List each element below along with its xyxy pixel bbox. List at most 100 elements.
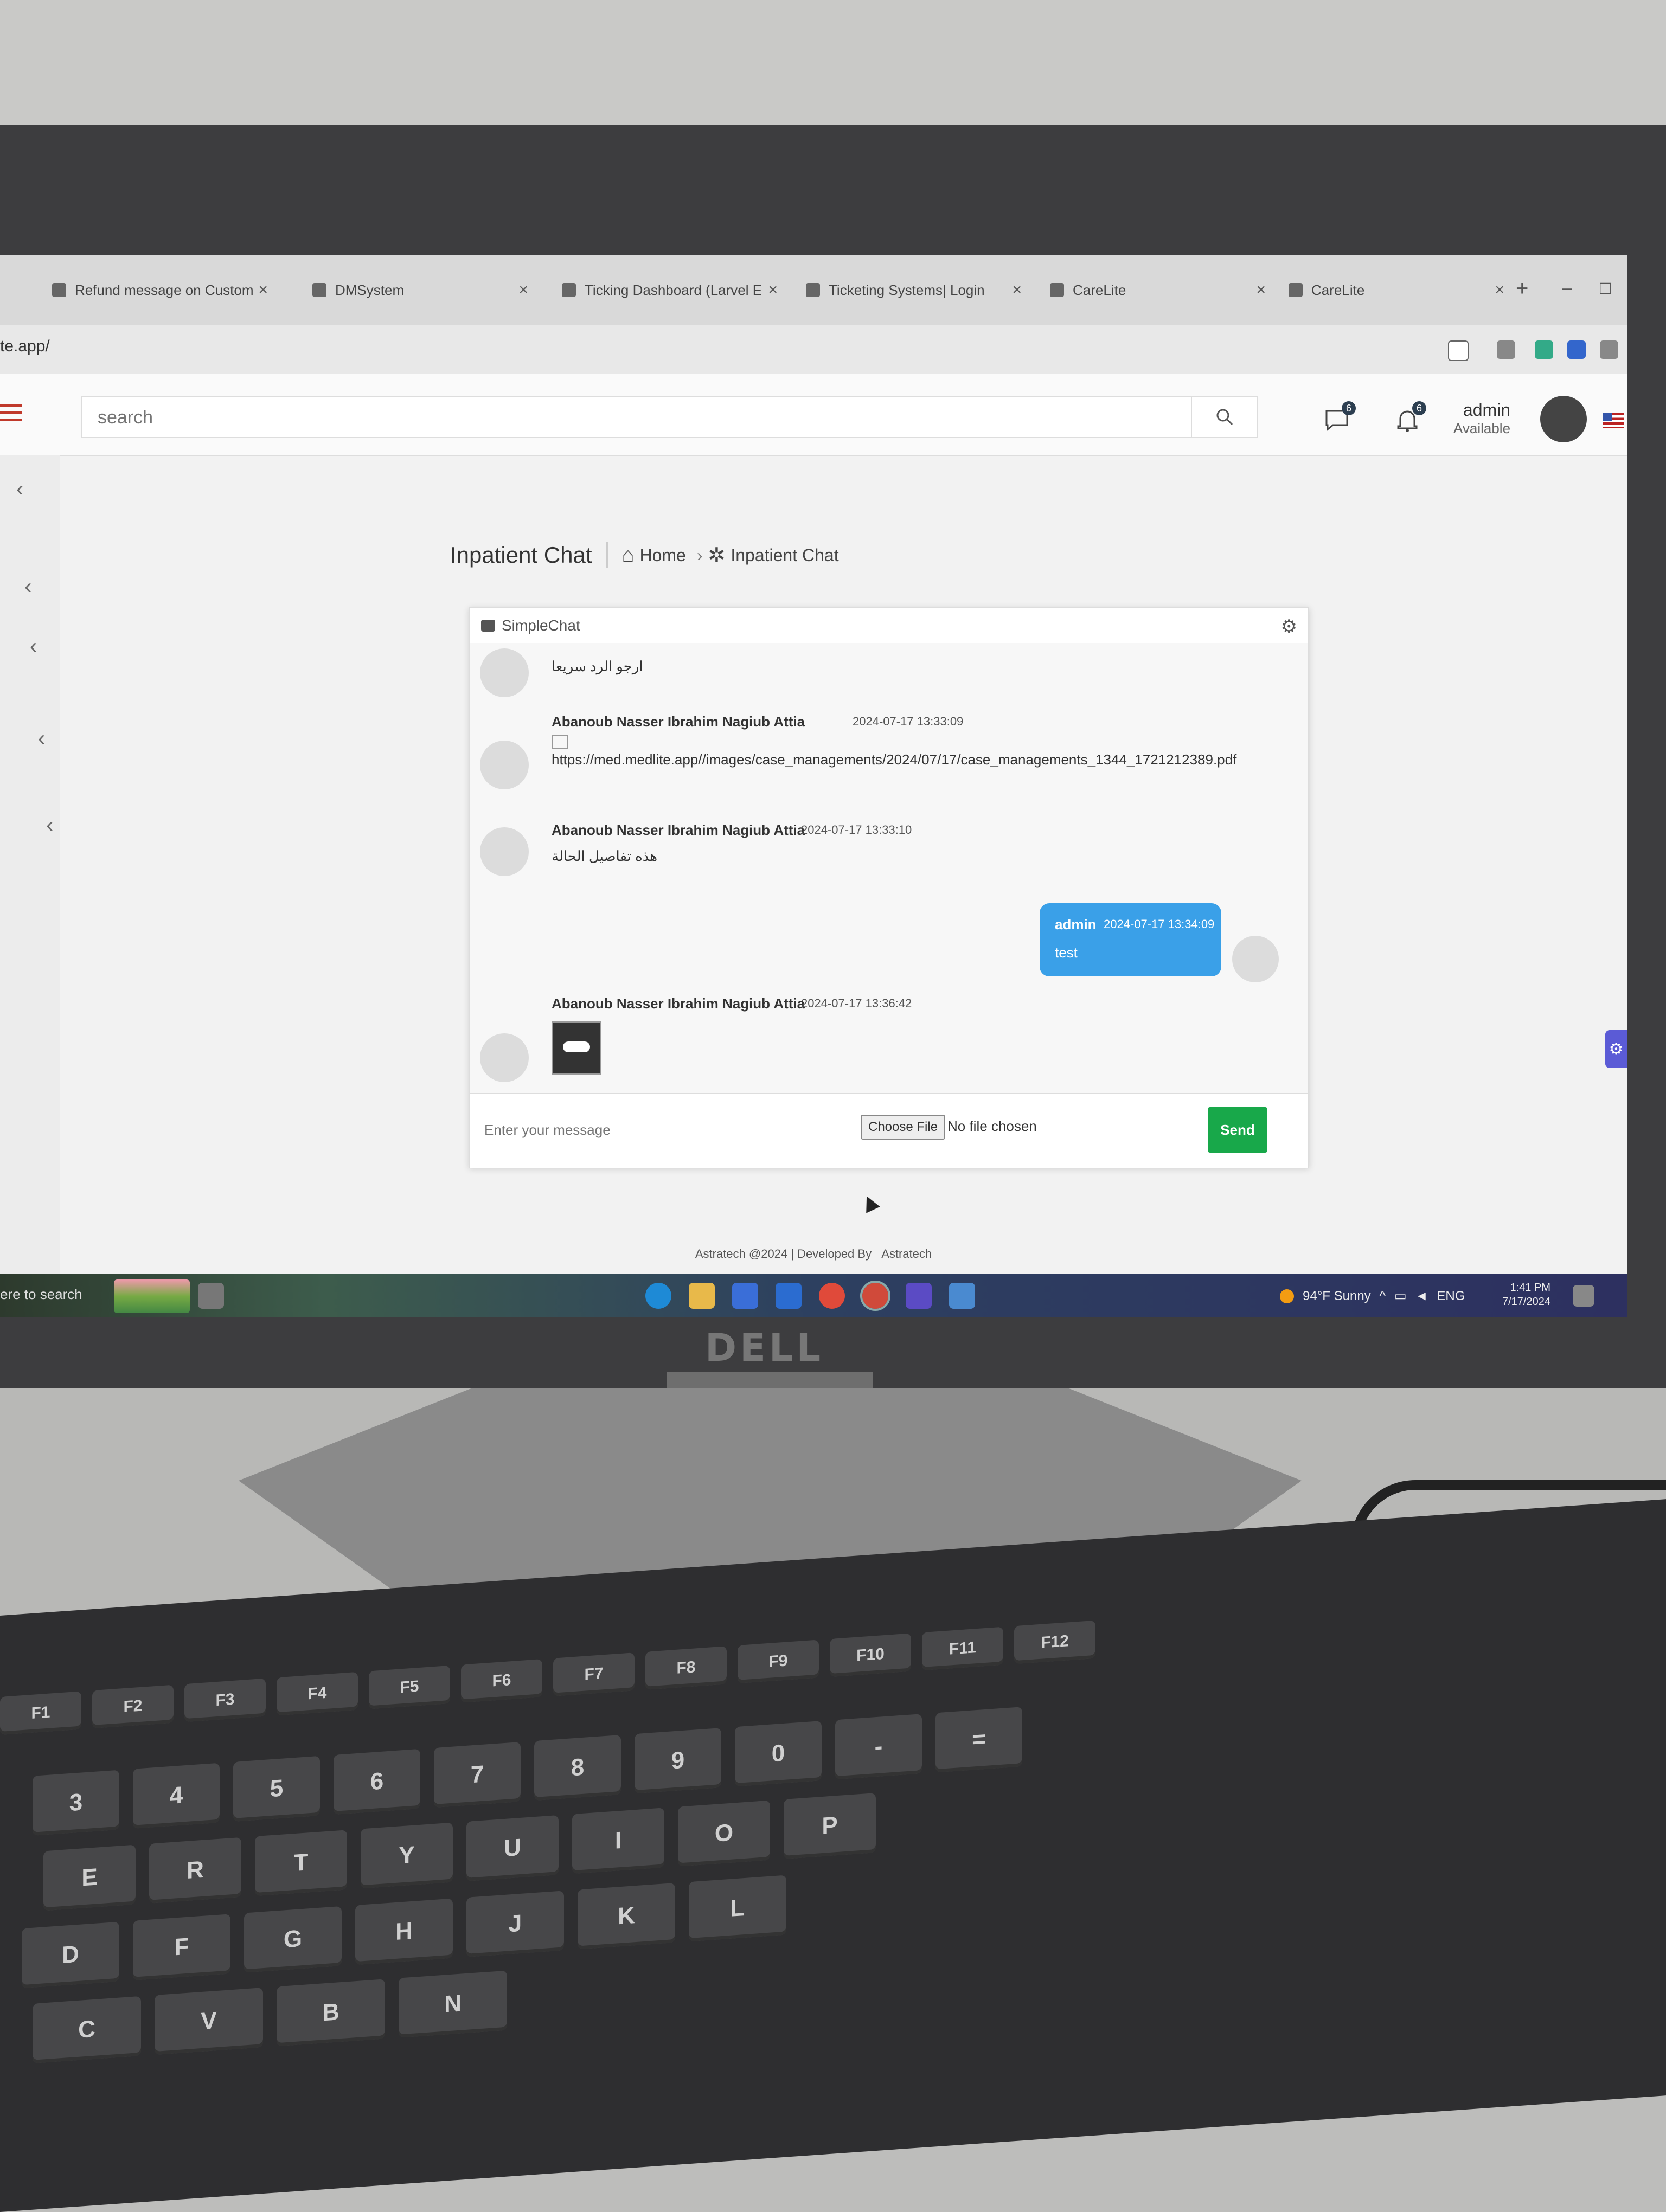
notification-center-icon[interactable] [1573,1285,1594,1307]
clock[interactable]: 1:41 PM 7/17/2024 [1502,1281,1550,1309]
chrome-icon[interactable] [819,1283,845,1309]
chevron-up-icon[interactable]: ^ [1380,1289,1386,1304]
avatar[interactable] [1540,396,1587,442]
function-key[interactable]: F5 [369,1665,450,1709]
teams-icon[interactable] [906,1283,932,1309]
notifications-button[interactable]: 6 [1388,401,1426,439]
browser-tab[interactable]: CareLite × [1041,266,1274,314]
taskbar-search[interactable]: ere to search [0,1286,82,1303]
us-flag-icon[interactable] [1603,413,1624,428]
store-icon[interactable] [732,1283,758,1309]
function-key[interactable]: F1 [0,1691,81,1735]
keyboard-key[interactable]: G [244,1906,342,1973]
keyboard-key[interactable]: C [33,1996,141,2063]
chevron-left-icon[interactable]: ‹ [16,477,23,501]
function-key[interactable]: F11 [922,1626,1003,1671]
keyboard-key[interactable]: N [399,1970,507,2038]
language-indicator[interactable]: ENG [1437,1289,1465,1304]
close-icon[interactable]: × [1256,281,1266,299]
chat-messages[interactable]: ارجو الرد سريعا Abanoub Nasser Ibrahim N… [470,643,1308,1093]
bookmark-star-icon[interactable] [1448,340,1469,361]
browser-tab[interactable]: DMSystem × [304,266,537,314]
function-key[interactable]: F2 [92,1684,174,1729]
extension-icon[interactable] [1535,340,1553,359]
extension-icon[interactable] [1567,340,1586,359]
close-icon[interactable]: × [1012,281,1022,299]
menu-icon[interactable] [0,404,22,422]
keyboard-key[interactable]: 7 [434,1741,521,1808]
keyboard-key[interactable]: - [835,1714,922,1780]
close-icon[interactable]: × [1495,281,1504,299]
keyboard-key[interactable]: = [935,1707,1022,1773]
keyboard-key[interactable]: E [43,1844,136,1911]
keyboard-key[interactable]: I [572,1808,664,1874]
function-key[interactable]: F6 [461,1659,542,1703]
mail-icon[interactable] [776,1283,802,1309]
keyboard-key[interactable]: U [466,1815,559,1881]
function-key[interactable]: F9 [738,1639,819,1683]
file-explorer-icon[interactable] [689,1283,715,1309]
weather-text[interactable]: 94°F Sunny [1303,1289,1371,1304]
maximize-icon[interactable]: □ [1600,278,1611,299]
keyboard-key[interactable]: O [678,1800,770,1867]
close-icon[interactable]: × [258,281,268,299]
keyboard-key[interactable]: R [149,1837,241,1904]
chevron-left-icon[interactable]: ‹ [38,726,45,751]
keyboard-key[interactable]: P [784,1793,876,1859]
function-key[interactable]: F3 [184,1678,266,1722]
url-field[interactable]: te.app/ [0,337,50,356]
keyboard-key[interactable]: D [22,1921,119,1989]
settings-gear-icon[interactable]: ⚙ [1605,1030,1627,1068]
choose-file-button[interactable]: Choose File [861,1115,946,1140]
keyboard-key[interactable]: J [466,1891,564,1957]
extension-icon[interactable] [1497,340,1515,359]
browser-tab[interactable]: Ticking Dashboard (Larvel Er × [553,266,786,314]
keyboard-key[interactable]: T [255,1830,347,1896]
messages-button[interactable]: 6 [1318,401,1356,439]
keyboard-key[interactable]: 5 [233,1756,320,1822]
search-button[interactable] [1191,397,1257,437]
extensions-puzzle-icon[interactable] [1600,340,1618,359]
task-view-icon[interactable] [198,1283,224,1309]
keyboard-key[interactable]: 0 [735,1721,822,1787]
browser-tab[interactable]: Refund message on Customer × [43,266,277,314]
send-button[interactable]: Send [1208,1107,1267,1153]
keyboard-key[interactable]: 4 [133,1763,220,1829]
chevron-left-icon[interactable]: ‹ [30,634,37,659]
user-menu[interactable]: admin Available [1453,400,1510,437]
minimize-icon[interactable]: – [1562,278,1572,299]
keyboard-key[interactable]: 6 [334,1748,420,1815]
browser-tab-active[interactable]: CareLite × [1280,266,1513,314]
keyboard-key[interactable]: Y [361,1822,453,1889]
app-icon[interactable] [949,1283,975,1309]
edge-icon[interactable] [645,1283,671,1309]
chrome-icon[interactable] [860,1281,890,1311]
search-input[interactable] [82,397,1129,438]
close-icon[interactable]: × [518,281,528,299]
function-key[interactable]: F10 [830,1633,911,1677]
footer-developer-link[interactable]: Astratech [881,1247,932,1261]
keyboard-key[interactable]: B [277,1979,385,2047]
keyboard-key[interactable]: F [133,1914,230,1980]
keyboard-key[interactable]: V [155,1988,263,2055]
chevron-left-icon[interactable]: ‹ [46,813,53,838]
close-icon[interactable]: × [768,281,778,299]
gear-icon[interactable]: ⚙ [1281,616,1297,638]
keyboard-key[interactable]: 3 [33,1770,119,1836]
new-tab-button[interactable]: + [1516,276,1528,301]
keyboard-key[interactable]: 8 [534,1734,621,1801]
chevron-left-icon[interactable]: ‹ [24,575,31,599]
keyboard-key[interactable]: 9 [635,1727,721,1794]
network-icon[interactable]: ▭ [1394,1288,1407,1304]
keyboard-key[interactable]: K [578,1882,675,1950]
browser-tab[interactable]: Ticketing Systems| Login × [797,266,1030,314]
function-key[interactable]: F8 [645,1646,727,1690]
keyboard-key[interactable]: H [355,1898,453,1965]
message-link[interactable]: https://med.medlite.app//images/case_man… [552,751,1236,768]
keyboard-key[interactable]: L [689,1875,786,1942]
breadcrumb-home-link[interactable]: Home [639,545,685,565]
function-key[interactable]: F12 [1014,1620,1095,1664]
function-key[interactable]: F7 [553,1652,635,1696]
volume-icon[interactable]: ◄ [1415,1289,1428,1304]
function-key[interactable]: F4 [277,1671,358,1716]
